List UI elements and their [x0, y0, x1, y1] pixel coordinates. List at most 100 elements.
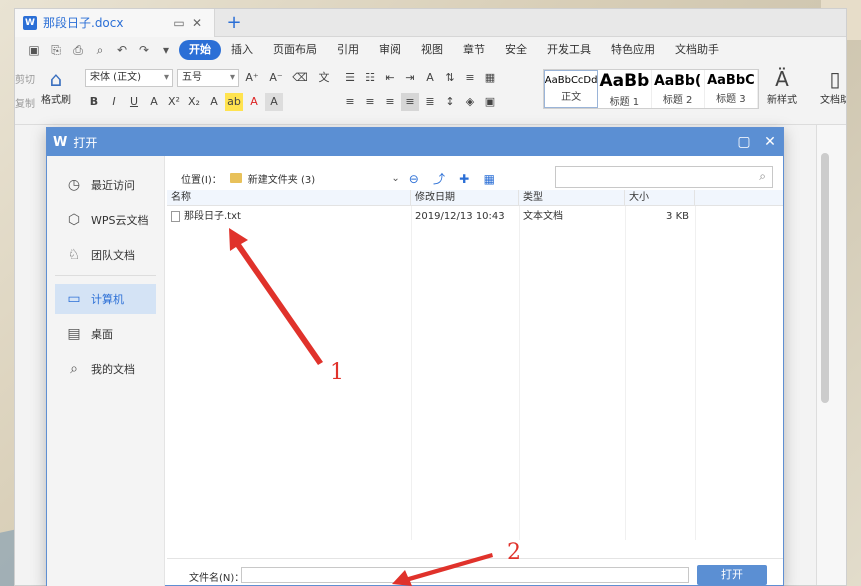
desktop-icon: ▤	[67, 326, 81, 342]
italic-icon[interactable]: I	[105, 93, 123, 111]
bullets-icon[interactable]: ☰	[341, 69, 359, 87]
align-left-icon[interactable]: ≡	[341, 93, 359, 111]
file-name: 那段日子.txt	[184, 211, 241, 222]
style-normal[interactable]: AaBbCcDd 正文	[544, 70, 599, 108]
menu-security[interactable]: 安全	[495, 40, 537, 60]
sidebar-item-desktop[interactable]: ▤ 桌面	[55, 319, 156, 349]
save-icon[interactable]: ▣	[25, 41, 43, 59]
new-tab-button[interactable]: +	[223, 12, 245, 33]
filename-field[interactable]	[241, 567, 689, 583]
sidebar-item-my-docs[interactable]: ⌕ 我的文档	[55, 354, 156, 384]
font-color-icon[interactable]: A	[245, 93, 263, 111]
underline-icon[interactable]: U	[125, 93, 143, 111]
filename-label: 文件名(N)：	[189, 573, 245, 584]
restore-tab-icon[interactable]: ▭	[170, 14, 188, 32]
location-dropdown[interactable]: 新建文件夹 (3) ⌄	[229, 171, 402, 186]
justify-icon[interactable]: ≡	[401, 93, 419, 111]
annotation-label-2: 2	[507, 540, 521, 565]
sidebar-item-recent[interactable]: ◷ 最近访问	[55, 170, 156, 200]
numbering-icon[interactable]: ☷	[361, 69, 379, 87]
location-label: 位置(I)：	[181, 174, 222, 186]
style-heading-2[interactable]: AaBb( 标题 2	[652, 70, 705, 108]
menu-chapter[interactable]: 章节	[453, 40, 495, 60]
borders-icon[interactable]: ▣	[481, 93, 499, 111]
sidebar-item-team-docs[interactable]: ♘ 团队文档	[55, 240, 156, 270]
doc-assistant-button[interactable]: ▯ 文档助	[815, 67, 847, 106]
menu-developer[interactable]: 开发工具	[537, 40, 601, 60]
strikethrough-icon[interactable]: A	[145, 93, 163, 111]
maximize-icon[interactable]: ▢	[731, 134, 757, 150]
char-shading-icon[interactable]: A	[265, 93, 283, 111]
close-icon[interactable]: ✕	[757, 134, 783, 150]
menu-special[interactable]: 特色应用	[601, 40, 665, 60]
new-style-button[interactable]: Ä 新样式	[767, 67, 797, 106]
align-center-icon[interactable]: ≡	[361, 93, 379, 111]
parent-folder-icon[interactable]: ⤴	[429, 170, 449, 187]
shrink-font-icon[interactable]: A⁻	[267, 69, 285, 87]
file-list: 名称 修改日期 类型 大小 那段日子.txt 2019/12/13 10:43 …	[167, 190, 783, 540]
new-folder-icon[interactable]: ✚	[454, 172, 474, 186]
phonetic-icon[interactable]: 文	[315, 69, 333, 87]
menu-home[interactable]: 开始	[179, 40, 221, 60]
grow-font-icon[interactable]: A⁺	[243, 69, 261, 87]
menu-view[interactable]: 视图	[411, 40, 453, 60]
redo-icon[interactable]: ↷	[135, 41, 153, 59]
undo-icon[interactable]: ↶	[113, 41, 131, 59]
sort-icon[interactable]: ⇅	[441, 69, 459, 87]
menu-page-layout[interactable]: 页面布局	[263, 40, 327, 60]
back-icon[interactable]: ⊖	[404, 172, 424, 186]
print-preview-icon[interactable]: ⌕	[91, 41, 109, 59]
style-preview: AaBb(	[653, 72, 702, 89]
customize-toolbar-icon[interactable]: ▾	[157, 41, 175, 59]
font-name-select[interactable]: 宋体 (正文)	[85, 69, 173, 87]
clock-icon: ◷	[67, 177, 81, 193]
menu-bar: ▣ ⎘ ⎙ ⌕ ↶ ↷ ▾ 开始 插入 页面布局 引用 审阅 视图 章节 安全 …	[15, 37, 846, 63]
menu-doc-assistant[interactable]: 文档助手	[665, 40, 729, 60]
highlight-icon[interactable]: ab	[225, 93, 243, 111]
search-input[interactable]: ⌕	[555, 166, 773, 188]
menu-insert[interactable]: 插入	[221, 40, 263, 60]
shading-icon[interactable]: ◈	[461, 93, 479, 111]
column-type[interactable]: 类型	[519, 190, 625, 205]
open-button[interactable]: 打开	[697, 565, 767, 585]
line-spacing-icon[interactable]: ≡	[461, 69, 479, 87]
task-pane-scrollbar[interactable]	[821, 153, 829, 403]
paragraph-spacing-icon[interactable]: ↕	[441, 93, 459, 111]
style-heading-3[interactable]: AaBbC 标题 3	[705, 70, 758, 108]
text-effect-icon[interactable]: A	[205, 93, 223, 111]
copy-button[interactable]: 复制	[15, 93, 37, 117]
increase-indent-icon[interactable]: ⇥	[401, 69, 419, 87]
clear-format-icon[interactable]: ⌫	[291, 69, 309, 87]
menu-references[interactable]: 引用	[327, 40, 369, 60]
text-direction-icon[interactable]: A	[421, 69, 439, 87]
document-tab-title: 那段日子.docx	[43, 16, 124, 30]
style-heading-1[interactable]: AaBb 标题 1	[598, 70, 652, 108]
column-modified[interactable]: 修改日期	[411, 190, 519, 205]
cut-button[interactable]: 剪切	[15, 69, 37, 93]
doc-assistant-label: 文档助	[820, 95, 847, 106]
document-tab[interactable]: W 那段日子.docx ▭ ✕	[15, 9, 215, 37]
font-size-select[interactable]: 五号	[177, 69, 239, 87]
sidebar-item-computer[interactable]: ▭ 计算机	[55, 284, 156, 314]
wps-logo-icon: W	[23, 15, 37, 30]
table-icon[interactable]: ▦	[481, 69, 499, 87]
filename-row: 文件名(N)： 打开	[167, 558, 783, 585]
decrease-indent-icon[interactable]: ⇤	[381, 69, 399, 87]
format-painter-button[interactable]: ⌂ 格式刷	[41, 67, 71, 106]
table-row[interactable]: 那段日子.txt 2019/12/13 10:43 文本文档 3 KB	[167, 208, 783, 226]
superscript-icon[interactable]: X²	[165, 93, 183, 111]
column-size[interactable]: 大小	[625, 190, 695, 205]
subscript-icon[interactable]: X₂	[185, 93, 203, 111]
print-icon[interactable]: ⎙	[69, 41, 87, 59]
align-right-icon[interactable]: ≡	[381, 93, 399, 111]
bold-icon[interactable]: B	[85, 93, 103, 111]
distribute-icon[interactable]: ≣	[421, 93, 439, 111]
sidebar-item-wps-cloud[interactable]: ⬡ WPS云文档	[55, 205, 156, 235]
file-size: 3 KB	[666, 211, 689, 222]
column-name[interactable]: 名称	[167, 190, 411, 205]
view-mode-icon[interactable]: ▦	[479, 172, 499, 186]
close-tab-icon[interactable]: ✕	[188, 14, 206, 32]
export-pdf-icon[interactable]: ⎘	[47, 41, 65, 59]
menu-review[interactable]: 审阅	[369, 40, 411, 60]
dialog-sidebar: ◷ 最近访问 ⬡ WPS云文档 ♘ 团队文档 ▭ 计算机 ▤ 桌面 ⌕ 我的文档	[47, 156, 165, 586]
